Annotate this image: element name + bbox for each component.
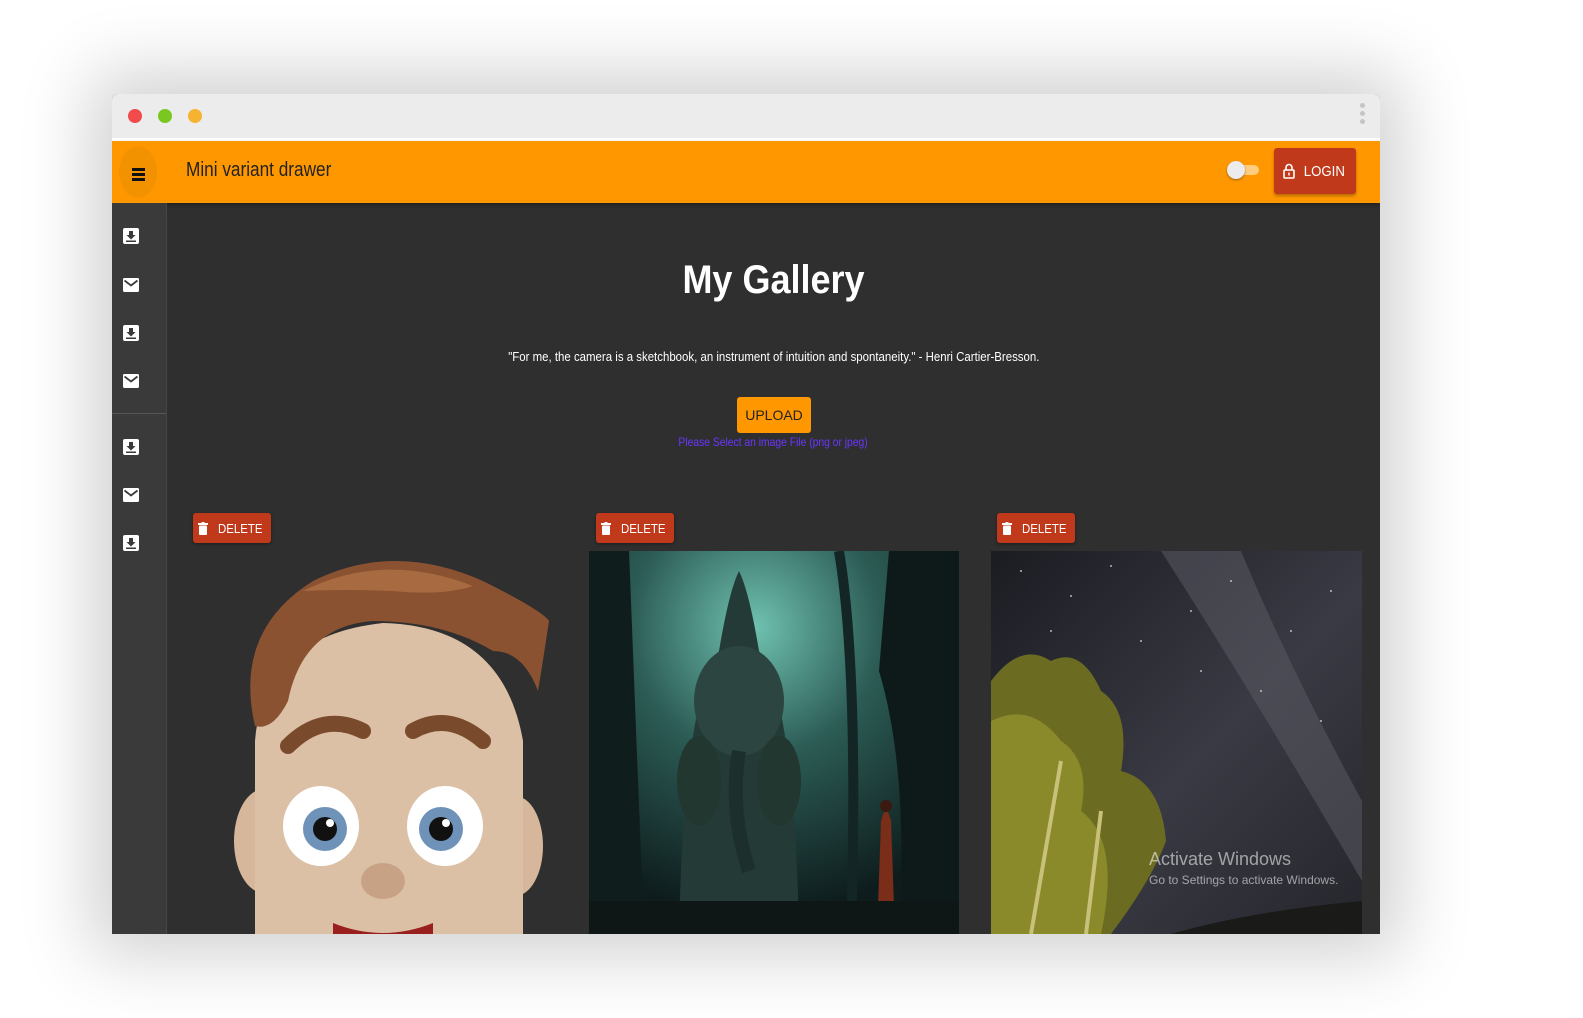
mail-icon[interactable] bbox=[122, 276, 140, 294]
trash-icon bbox=[1002, 521, 1013, 535]
main-content: My Gallery "For me, the camera is a sket… bbox=[167, 203, 1380, 934]
menu-icon bbox=[132, 168, 145, 171]
close-dot[interactable] bbox=[128, 109, 142, 123]
move-to-inbox-icon[interactable] bbox=[122, 534, 140, 552]
trash-icon bbox=[601, 521, 612, 535]
more-options-icon[interactable] bbox=[1358, 103, 1366, 131]
browser-window: Mini variant drawer LOGIN My Gallery "Fo… bbox=[112, 94, 1380, 934]
app-bar: Mini variant drawer LOGIN bbox=[112, 141, 1380, 203]
login-button[interactable]: LOGIN bbox=[1274, 148, 1356, 194]
menu-button[interactable] bbox=[119, 146, 157, 198]
theme-toggle[interactable] bbox=[1227, 161, 1259, 179]
page-title: My Gallery bbox=[682, 258, 865, 302]
gallery-image-forest[interactable] bbox=[589, 551, 959, 934]
gallery-image-avatar[interactable] bbox=[193, 551, 563, 934]
upload-hint: Please Select an image File (png or jpeg… bbox=[678, 435, 869, 449]
login-label: LOGIN bbox=[1303, 162, 1345, 180]
lock-icon bbox=[1282, 163, 1295, 179]
app-title: Mini variant drawer bbox=[186, 159, 332, 181]
trash-icon bbox=[198, 521, 209, 535]
mail-icon[interactable] bbox=[122, 372, 140, 390]
upload-button[interactable]: UPLOAD bbox=[737, 397, 811, 433]
maximize-dot[interactable] bbox=[158, 109, 172, 123]
sidebar bbox=[112, 203, 167, 934]
quote-text: "For me, the camera is a sketchbook, an … bbox=[507, 349, 1040, 364]
gallery-image-milky-way[interactable]: Activate Windows Go to Settings to activ… bbox=[991, 551, 1362, 934]
move-to-inbox-icon[interactable] bbox=[122, 227, 140, 245]
move-to-inbox-icon[interactable] bbox=[122, 438, 140, 456]
delete-button[interactable]: DELETE bbox=[193, 513, 271, 543]
delete-button[interactable]: DELETE bbox=[596, 513, 674, 543]
sidebar-divider bbox=[112, 413, 166, 414]
windows-activation-watermark: Activate Windows Go to Settings to activ… bbox=[1149, 849, 1339, 887]
minimize-dot[interactable] bbox=[188, 109, 202, 123]
mail-icon[interactable] bbox=[122, 486, 140, 504]
window-titlebar bbox=[112, 94, 1380, 141]
delete-button[interactable]: DELETE bbox=[997, 513, 1075, 543]
move-to-inbox-icon[interactable] bbox=[122, 324, 140, 342]
